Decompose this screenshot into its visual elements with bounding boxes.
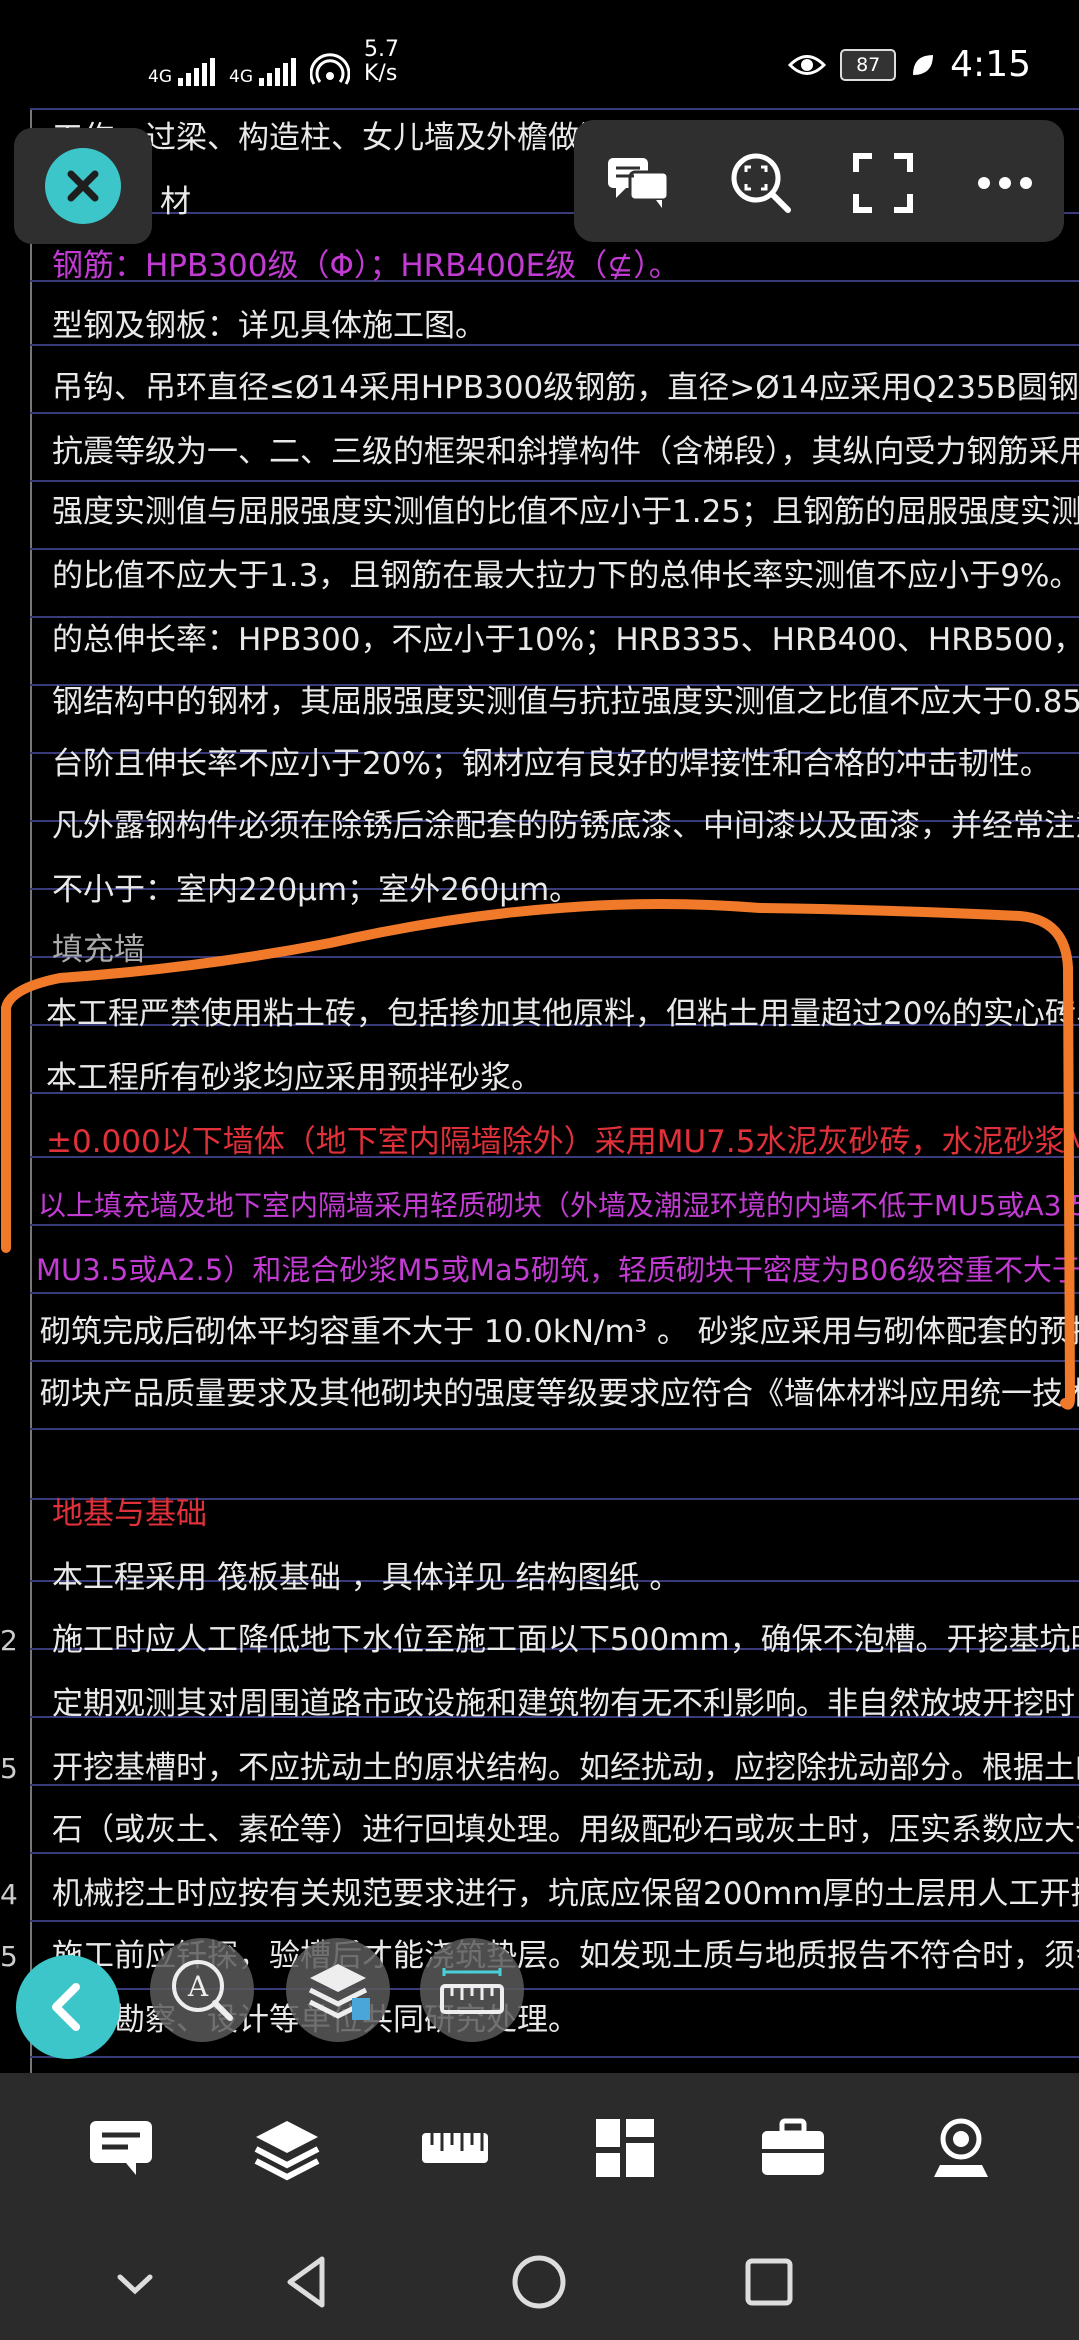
battery-icon: 87: [840, 48, 897, 81]
hotspot-icon: [310, 53, 350, 85]
fullscreen-icon[interactable]: [848, 148, 918, 218]
toolbox-icon[interactable]: [758, 2115, 828, 2181]
layers-button[interactable]: [286, 1938, 390, 2042]
bottom-toolbar: [0, 2073, 1079, 2223]
annotation-icon[interactable]: [86, 2115, 156, 2181]
clock: 4:15: [950, 44, 1031, 85]
layout-icon[interactable]: [590, 2115, 660, 2181]
speed-value: 5.7: [364, 37, 399, 62]
leaf-icon: [913, 54, 934, 75]
text-search-icon: A: [172, 1960, 233, 2021]
status-right: 87 4:15: [788, 44, 1031, 85]
measure-icon: [440, 1968, 504, 2014]
measure-button[interactable]: [420, 1938, 524, 2042]
hide-keyboard-icon[interactable]: [100, 2247, 170, 2317]
status-bar: 4G 4G 5.7 K/s 87 4:15: [0, 0, 1079, 108]
battery-level: 87: [856, 53, 881, 76]
back-icon: [52, 1983, 80, 2031]
nav-back-icon[interactable]: [274, 2247, 344, 2317]
nav-recents-icon[interactable]: [734, 2247, 804, 2317]
status-left: 4G 4G 5.7 K/s: [148, 38, 399, 86]
signal-2-icon: 4G: [229, 58, 296, 86]
signal-1-icon: 4G: [148, 58, 215, 86]
signal-1-label: 4G: [148, 67, 172, 87]
layers-icon: [308, 1964, 370, 2020]
zoom-fit-icon[interactable]: [726, 148, 796, 218]
top-floating-toolbar: [574, 120, 1064, 242]
ar-view-icon[interactable]: [926, 2115, 996, 2181]
system-nav-bar: [0, 2223, 1079, 2340]
drawing-canvas[interactable]: 工作、过梁、构造柱、女儿墙及外檐做法： C25 构造柱 C15 材 钢筋：HPB…: [0, 108, 1079, 2073]
ruler-icon[interactable]: [420, 2115, 490, 2181]
comment-icon[interactable]: [604, 148, 674, 218]
eye-icon: [788, 54, 827, 75]
nav-home-icon[interactable]: [504, 2247, 574, 2317]
network-speed: 5.7 K/s: [364, 38, 399, 86]
speed-unit: K/s: [364, 61, 398, 86]
text-search-button[interactable]: A: [150, 1938, 254, 2042]
svg-text:A: A: [187, 1970, 209, 2003]
back-button[interactable]: [16, 1955, 120, 2059]
more-icon[interactable]: [970, 148, 1040, 218]
layers-icon[interactable]: [252, 2115, 322, 2181]
signal-2-label: 4G: [229, 67, 253, 87]
freehand-annotation[interactable]: [0, 108, 1079, 2073]
close-button[interactable]: [14, 128, 152, 244]
close-icon: [45, 148, 121, 224]
